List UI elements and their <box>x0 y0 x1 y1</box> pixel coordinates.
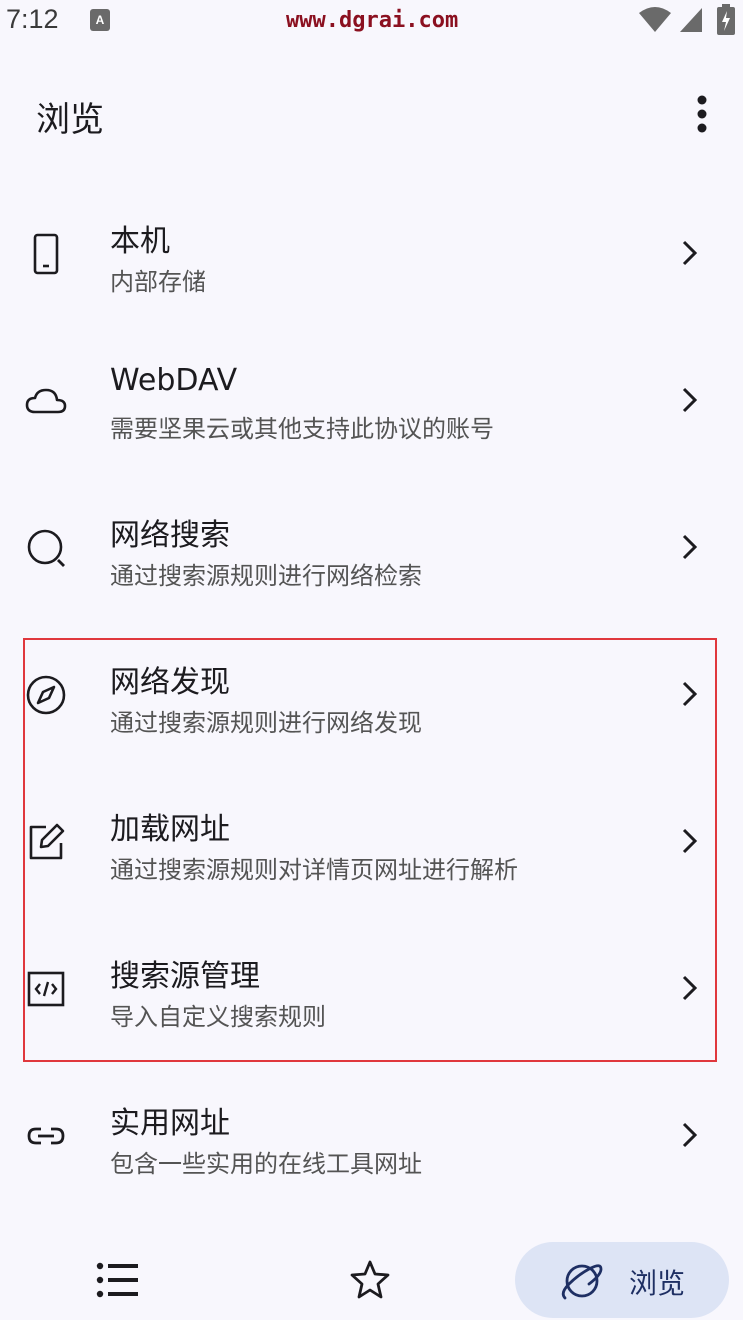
item-title: 网络发现 <box>110 665 230 700</box>
more-vert-icon <box>697 95 707 133</box>
search-icon <box>24 526 68 570</box>
browse-list: 本机 内部存储 WebDAV 需要坚果云或其他支持此协议的账号 网络搜索 通过搜… <box>0 180 743 1209</box>
list-item-web-search[interactable]: 网络搜索 通过搜索源规则进行网络检索 <box>0 474 743 621</box>
chevron-right-icon <box>672 383 706 417</box>
page-title: 浏览 <box>36 100 104 140</box>
nav-favorites-button[interactable] <box>348 1258 392 1302</box>
list-icon <box>96 1262 138 1298</box>
chevron-right-icon <box>672 236 706 270</box>
status-bar: 7:12 A www.dgrai.com <box>0 0 743 44</box>
bottom-navigation: 浏览 <box>0 1232 743 1320</box>
item-title: 搜索源管理 <box>110 959 260 994</box>
list-item-webdav[interactable]: WebDAV 需要坚果云或其他支持此协议的账号 <box>0 327 743 474</box>
chevron-right-icon <box>672 1118 706 1152</box>
item-title: 实用网址 <box>110 1106 230 1141</box>
item-subtitle: 包含一些实用的在线工具网址 <box>110 1150 422 1178</box>
code-icon <box>24 967 68 1011</box>
signal-icon <box>678 6 704 34</box>
chevron-right-icon <box>672 677 706 711</box>
link-icon <box>24 1114 68 1158</box>
cloud-icon <box>24 379 68 423</box>
compass-icon <box>24 673 68 717</box>
list-item-source-management[interactable]: 搜索源管理 导入自定义搜索规则 <box>0 915 743 1062</box>
watermark-text: www.dgrai.com <box>286 8 459 33</box>
item-subtitle: 需要坚果云或其他支持此协议的账号 <box>110 415 494 443</box>
more-options-button[interactable] <box>682 90 722 138</box>
item-subtitle: 内部存储 <box>110 268 206 296</box>
item-subtitle: 通过搜索源规则进行网络检索 <box>110 562 422 590</box>
nav-browse-label: 浏览 <box>629 1267 686 1300</box>
svg-text:A: A <box>96 13 105 27</box>
list-item-load-url[interactable]: 加载网址 通过搜索源规则对详情页网址进行解析 <box>0 768 743 915</box>
item-title: 加载网址 <box>110 812 230 847</box>
phone-icon <box>24 232 68 276</box>
item-title: 网络搜索 <box>110 518 230 553</box>
battery-charging-icon <box>716 4 736 36</box>
keyboard-a-icon: A <box>90 9 110 31</box>
item-title: WebDAV <box>110 363 238 398</box>
item-subtitle: 导入自定义搜索规则 <box>110 1003 326 1031</box>
planet-icon <box>559 1258 605 1304</box>
chevron-right-icon <box>672 824 706 858</box>
list-item-useful-urls[interactable]: 实用网址 包含一些实用的在线工具网址 <box>0 1062 743 1209</box>
app-bar: 浏览 <box>0 74 743 154</box>
star-icon <box>350 1260 390 1299</box>
chevron-right-icon <box>672 971 706 1005</box>
edit-icon <box>24 820 68 864</box>
nav-bookshelf-button[interactable] <box>94 1260 140 1300</box>
list-item-local[interactable]: 本机 内部存储 <box>0 180 743 327</box>
item-title: 本机 <box>110 224 170 259</box>
chevron-right-icon <box>672 530 706 564</box>
wifi-icon <box>638 6 672 34</box>
status-time: 7:12 <box>6 4 59 34</box>
item-subtitle: 通过搜索源规则对详情页网址进行解析 <box>110 856 518 884</box>
nav-browse-button[interactable]: 浏览 <box>515 1242 729 1318</box>
list-item-web-discovery[interactable]: 网络发现 通过搜索源规则进行网络发现 <box>0 621 743 768</box>
item-subtitle: 通过搜索源规则进行网络发现 <box>110 709 422 737</box>
